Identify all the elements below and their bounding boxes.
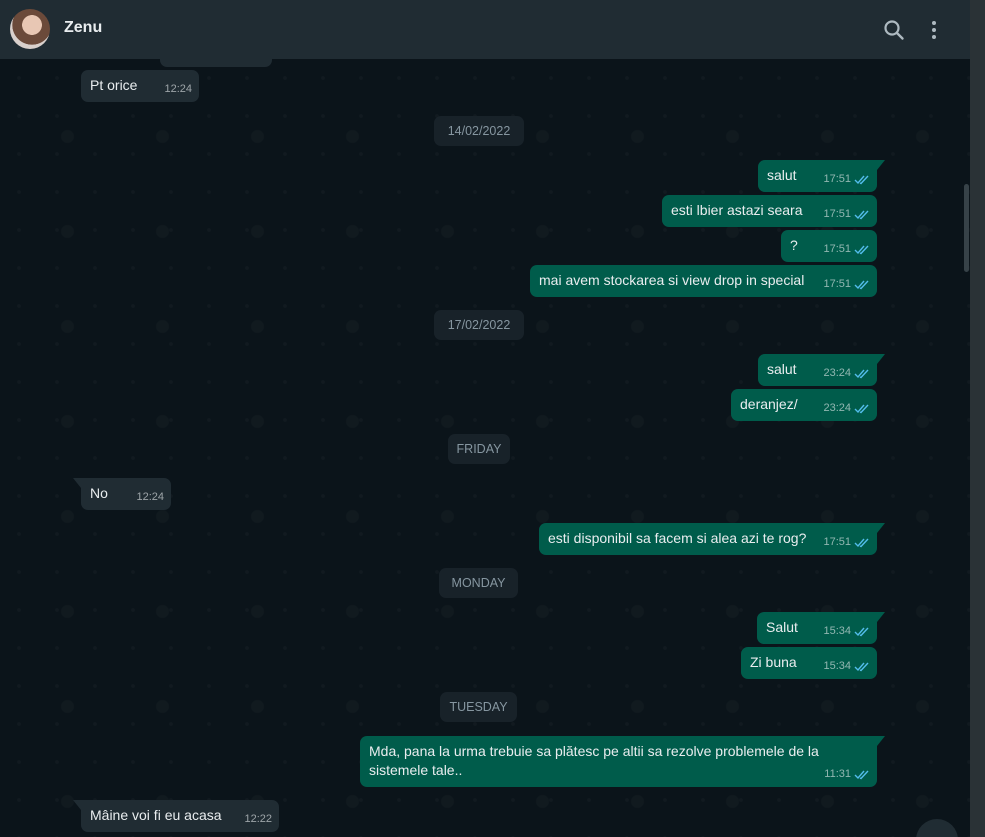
search-icon[interactable] xyxy=(882,18,906,42)
message-text: mai avem stockarea si view drop in speci… xyxy=(539,272,805,288)
message-outgoing[interactable]: esti disponibil sa facem si alea azi te … xyxy=(539,523,885,555)
message-text: deranjez/ xyxy=(740,396,798,412)
double-check-icon xyxy=(854,538,869,548)
message-outgoing[interactable]: mai avem stockarea si view drop in speci… xyxy=(530,265,877,297)
message-meta: 12:24 xyxy=(136,488,164,507)
date-separator: FRIDAY xyxy=(448,434,510,464)
message-text: Salut xyxy=(766,619,798,635)
double-check-icon xyxy=(854,627,869,637)
scrollbar-thumb[interactable] xyxy=(964,184,969,272)
message-meta: 23:24 xyxy=(823,364,870,383)
message-outgoing[interactable]: deranjez/ 23:24 xyxy=(731,389,877,421)
message-outgoing[interactable]: salut 23:24 xyxy=(758,354,885,386)
message-time: 15:34 xyxy=(823,625,851,637)
date-separator: 17/02/2022 xyxy=(434,310,524,340)
message-meta: 17:51 xyxy=(823,275,870,294)
message-text: salut xyxy=(767,167,797,183)
double-check-icon xyxy=(854,210,869,220)
message-text: Pt orice xyxy=(90,77,138,93)
message-time: 17:51 xyxy=(823,173,851,185)
double-check-icon xyxy=(854,369,869,379)
message-time: 17:51 xyxy=(823,243,851,255)
scroll-down-button[interactable] xyxy=(916,819,958,837)
message-time: 12:24 xyxy=(164,83,192,95)
message-meta: 17:51 xyxy=(823,533,870,552)
message-text: No xyxy=(90,485,108,501)
message-time: 17:51 xyxy=(823,208,851,220)
message-time: 12:22 xyxy=(244,813,272,825)
avatar[interactable] xyxy=(10,9,50,49)
message-meta: 17:51 xyxy=(823,205,870,224)
double-check-icon xyxy=(854,404,869,414)
message-time: 11:31 xyxy=(824,768,851,780)
message-outgoing[interactable]: ? 17:51 xyxy=(781,230,877,262)
message-outgoing[interactable]: salut 17:51 xyxy=(758,160,885,192)
message-meta: 11:31 xyxy=(824,765,870,784)
window-edge xyxy=(970,0,985,837)
message-time: 23:24 xyxy=(823,367,851,379)
double-check-icon xyxy=(854,770,869,780)
message-incoming[interactable]: Pt orice 12:24 xyxy=(81,70,199,102)
message-meta: 23:24 xyxy=(823,399,870,418)
menu-icon[interactable] xyxy=(922,18,946,42)
message-outgoing[interactable]: Zi buna 15:34 xyxy=(741,647,877,679)
message-text: esti lbier astazi seara xyxy=(671,202,803,218)
message-text: salut xyxy=(767,361,797,377)
message-incoming[interactable]: No 12:24 xyxy=(73,478,171,510)
message-time: 17:51 xyxy=(823,278,851,290)
double-check-icon xyxy=(854,662,869,672)
message-outgoing[interactable]: Salut 15:34 xyxy=(757,612,885,644)
message-text: Zi buna xyxy=(750,654,797,670)
message-text: Mâine voi fi eu acasa xyxy=(90,807,222,823)
message-outgoing[interactable]: esti lbier astazi seara 17:51 xyxy=(662,195,877,227)
chat-header: Zenu xyxy=(0,0,970,59)
message-incoming-partial[interactable] xyxy=(160,59,272,67)
message-meta: 17:51 xyxy=(823,240,870,259)
date-separator: TUESDAY xyxy=(440,692,517,722)
message-text: esti disponibil sa facem si alea azi te … xyxy=(548,530,807,546)
message-time: 23:24 xyxy=(823,402,851,414)
date-separator: 14/02/2022 xyxy=(434,116,524,146)
message-text: ? xyxy=(790,237,798,253)
message-meta: 17:51 xyxy=(823,170,870,189)
message-meta: 12:22 xyxy=(244,810,272,829)
double-check-icon xyxy=(854,175,869,185)
double-check-icon xyxy=(854,280,869,290)
double-check-icon xyxy=(854,245,869,255)
contact-name[interactable]: Zenu xyxy=(64,19,102,37)
message-time: 15:34 xyxy=(823,660,851,672)
message-incoming[interactable]: Mâine voi fi eu acasa 12:22 xyxy=(73,800,279,832)
message-text: Mda, pana la urma trebuie sa plătesc pe … xyxy=(369,743,819,778)
date-separator: MONDAY xyxy=(439,568,518,598)
message-meta: 15:34 xyxy=(823,657,870,676)
message-time: 17:51 xyxy=(823,536,851,548)
message-time: 12:24 xyxy=(136,491,164,503)
message-meta: 15:34 xyxy=(823,622,870,641)
message-list[interactable]: Pt orice 12:24 14/02/2022 salut 17:51 es… xyxy=(0,59,970,837)
message-outgoing[interactable]: Mda, pana la urma trebuie sa plătesc pe … xyxy=(360,736,885,787)
message-meta: 12:24 xyxy=(164,80,192,99)
